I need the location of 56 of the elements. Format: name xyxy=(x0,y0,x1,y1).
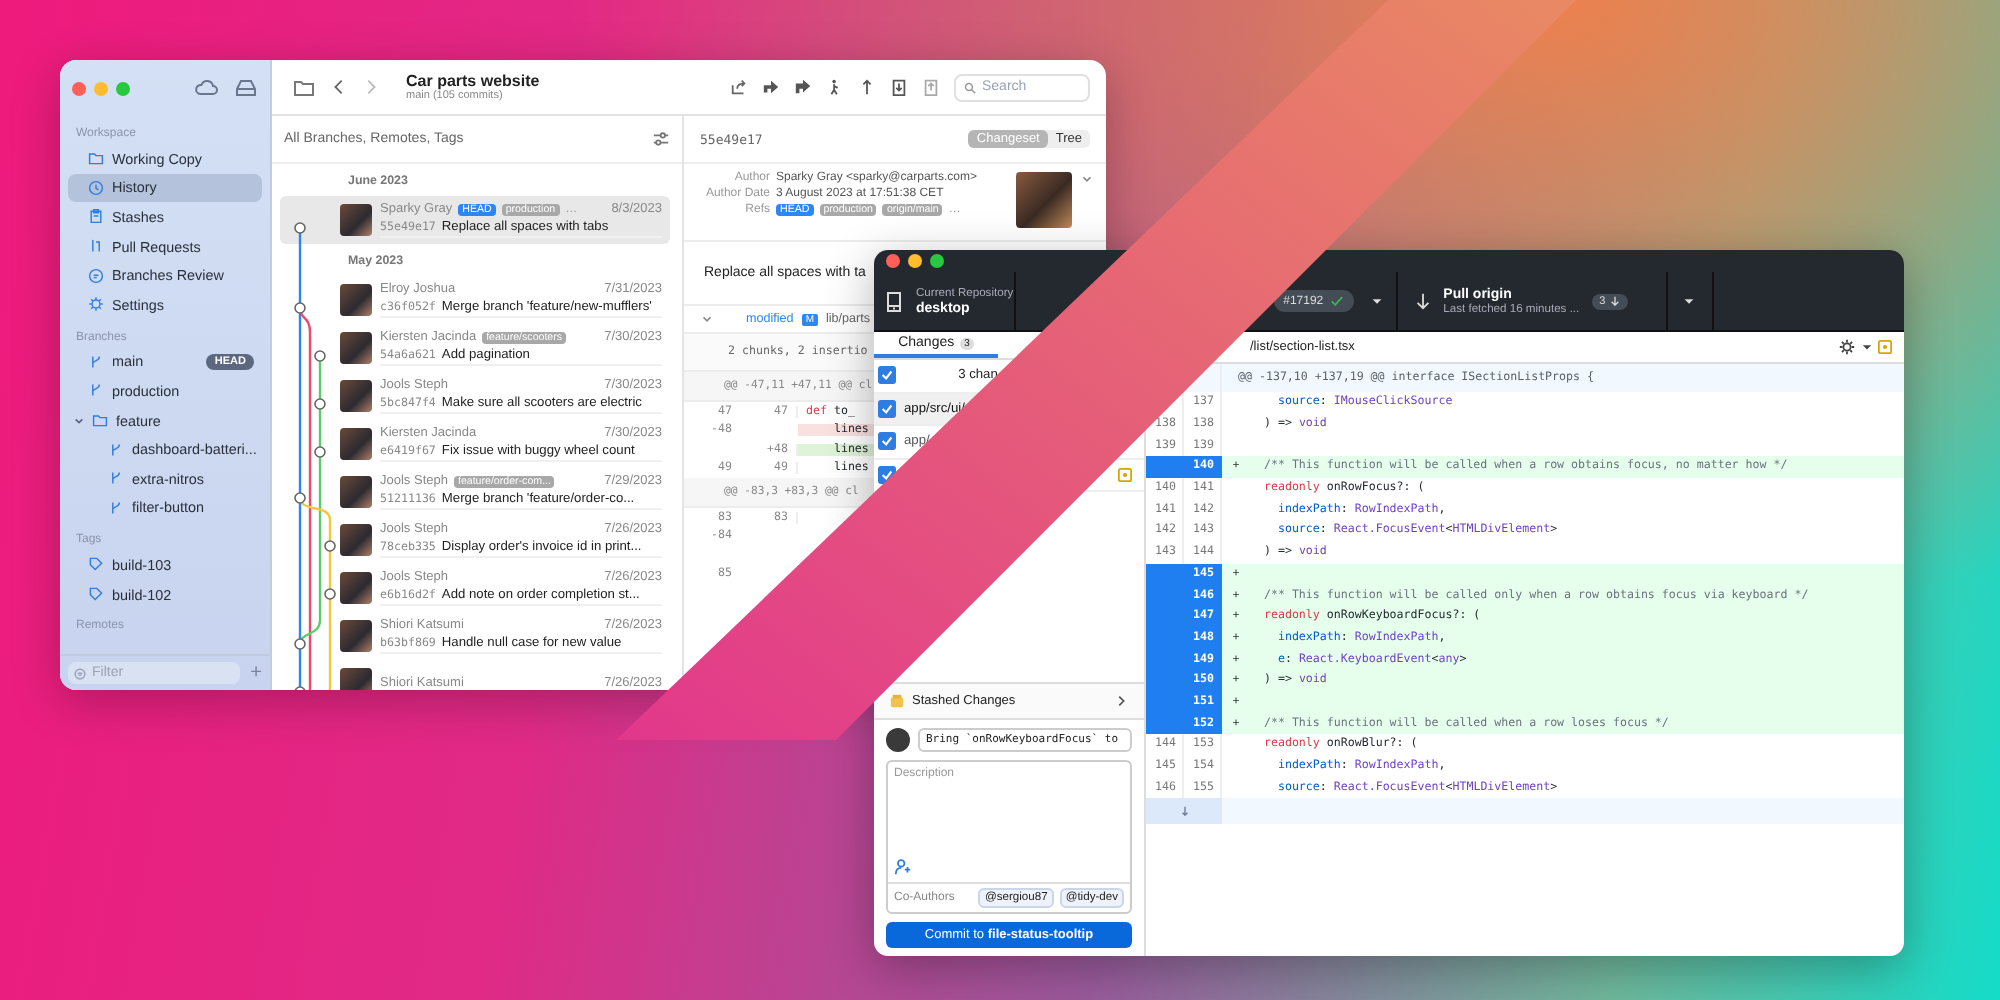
chevron-icon[interactable] xyxy=(700,312,714,326)
back-icon[interactable] xyxy=(330,78,348,96)
expand-icon[interactable] xyxy=(1179,806,1189,817)
branch-icon xyxy=(108,441,124,458)
gear-icon[interactable] xyxy=(1838,338,1856,356)
photo-placeholder xyxy=(340,284,372,316)
folder-icon xyxy=(92,412,108,429)
branch-icon xyxy=(108,499,124,516)
caret-icon[interactable] xyxy=(1369,294,1384,308)
folder-icon xyxy=(88,150,104,167)
avatar-icon xyxy=(886,728,910,752)
person-icon[interactable] xyxy=(826,78,844,96)
folder-icon[interactable] xyxy=(292,75,316,99)
photo-placeholder xyxy=(340,204,372,236)
filter-icon xyxy=(74,667,86,679)
caret-icon[interactable] xyxy=(1682,294,1697,308)
sliders-icon[interactable] xyxy=(652,130,670,148)
checkbox[interactable] xyxy=(878,399,896,418)
branch-icon xyxy=(88,382,104,399)
caret-icon[interactable] xyxy=(1862,342,1872,352)
line-number xyxy=(1146,456,1184,478)
down-arrow-icon xyxy=(1413,292,1432,310)
photo-placeholder xyxy=(340,524,372,556)
gear-icon xyxy=(88,296,104,313)
photo-placeholder xyxy=(340,572,372,604)
add-person-icon[interactable] xyxy=(894,858,912,876)
tag-icon xyxy=(88,556,104,573)
computer-icon xyxy=(882,289,906,313)
photo-placeholder xyxy=(1016,172,1072,228)
chevron-icon[interactable] xyxy=(74,415,84,426)
down-arrow-icon xyxy=(1609,296,1620,306)
share-icon[interactable] xyxy=(730,78,748,96)
checkbox[interactable] xyxy=(878,366,896,385)
photo-placeholder xyxy=(340,476,372,508)
chevron-icon xyxy=(1114,694,1128,708)
repository-title: Car parts website xyxy=(406,72,540,90)
chevron-icon[interactable] xyxy=(1080,172,1094,186)
zoom-button[interactable] xyxy=(930,254,944,268)
close-button[interactable] xyxy=(72,81,86,95)
search-icon xyxy=(964,81,976,93)
photo-placeholder xyxy=(340,620,372,652)
photo-placeholder xyxy=(340,380,372,412)
drive-icon[interactable] xyxy=(234,76,258,100)
tag-icon xyxy=(88,586,104,603)
push-icon[interactable] xyxy=(858,78,876,96)
cloud-icon[interactable] xyxy=(194,76,218,100)
photo-placeholder xyxy=(340,428,372,460)
branch-icon xyxy=(88,353,104,370)
clock-icon xyxy=(88,179,104,196)
branch-icon xyxy=(108,470,124,487)
modified-icon xyxy=(1878,340,1892,354)
photo-placeholder xyxy=(340,332,372,364)
checkbox[interactable] xyxy=(878,432,896,451)
close-button[interactable] xyxy=(886,254,900,268)
clipboard-icon xyxy=(88,208,104,225)
minimize-button[interactable] xyxy=(908,254,922,268)
